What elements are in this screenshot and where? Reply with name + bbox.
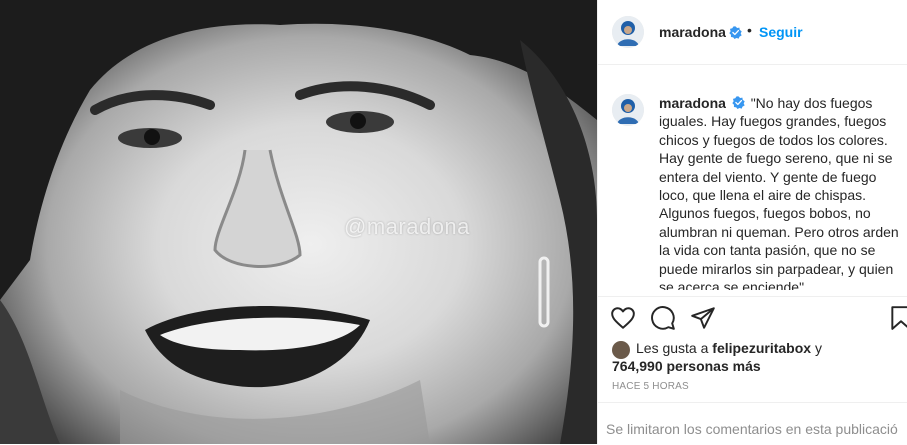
follow-button[interactable]: Seguir [759, 24, 803, 40]
avatar-image-icon [612, 94, 644, 126]
photo-watermark: @maradona [344, 214, 470, 239]
caption-body: "No hay dos fuegos iguales. Hay fuegos g… [659, 95, 899, 290]
author-username[interactable]: maradona [659, 24, 726, 40]
post-caption: maradona "No hay dos fuegos iguales. Hay… [612, 94, 907, 290]
likes-count[interactable]: 764,990 personas más [612, 358, 761, 374]
post-sidebar: maradona • Seguir maradona "No hay dos f… [597, 0, 907, 444]
post-actions-bar [598, 296, 907, 337]
caption-username[interactable]: maradona [659, 95, 726, 111]
post-header: maradona • Seguir [598, 0, 907, 65]
liker-username[interactable]: felipezuritabox [712, 340, 811, 356]
comments-area: Se limitaron los comentarios en esta pub… [598, 402, 907, 445]
verified-badge-icon [729, 26, 742, 39]
liker-avatar[interactable] [612, 341, 630, 359]
author-avatar[interactable] [612, 16, 644, 48]
separator-dot: • [747, 22, 752, 38]
verified-badge-icon [732, 96, 745, 109]
caption-author-avatar[interactable] [612, 94, 644, 126]
caption-text-block: maradona "No hay dos fuegos iguales. Hay… [659, 94, 907, 290]
likes-conjunction: y [814, 340, 822, 356]
heart-icon[interactable] [610, 305, 636, 331]
comments-limited-notice: Se limitaron los comentarios en esta pub… [606, 421, 898, 437]
avatar-image-icon [612, 16, 644, 48]
comment-icon[interactable] [650, 305, 676, 331]
portrait-illustration [0, 0, 597, 444]
post-photo[interactable]: @maradona [0, 0, 597, 444]
likes-prefix: Les gusta a [636, 340, 709, 356]
share-icon[interactable] [690, 305, 716, 331]
post-timestamp[interactable]: HACE 5 HORAS [612, 381, 689, 392]
bookmark-icon[interactable] [888, 305, 907, 331]
likes-line: Les gusta a felipezuritabox y [636, 340, 822, 356]
